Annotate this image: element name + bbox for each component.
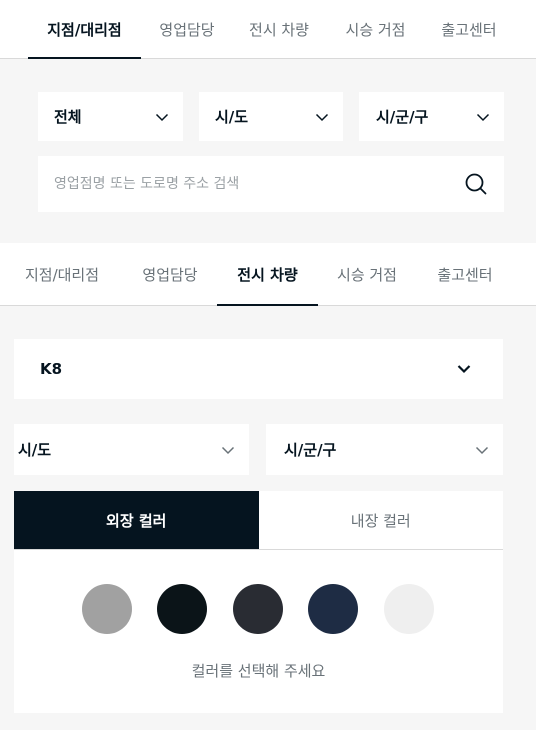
region-select-top[interactable]: 시/도 xyxy=(199,92,343,141)
chevron-down-icon xyxy=(315,112,329,122)
type-select[interactable]: 전체 xyxy=(38,92,183,141)
search-input[interactable] xyxy=(54,164,454,204)
district-select[interactable]: 시/군/구 xyxy=(266,424,503,475)
chevron-down-icon xyxy=(476,112,490,122)
district-select-value: 시/군/구 xyxy=(284,441,337,459)
model-select-value: K8 xyxy=(40,360,63,378)
tab-interior-color[interactable]: 내장 컬러 xyxy=(258,491,503,549)
color-swatch-gray[interactable] xyxy=(82,584,132,634)
chevron-down-icon xyxy=(221,445,235,455)
search-icon[interactable] xyxy=(464,172,488,196)
district-select-top-value: 시/군/구 xyxy=(376,108,429,126)
top-tab-sales-rep[interactable]: 영업담당 xyxy=(148,0,226,58)
model-select[interactable]: K8 xyxy=(14,339,503,399)
color-tab-bar: 외장 컬러 내장 컬러 xyxy=(14,491,503,550)
chevron-down-icon xyxy=(457,364,471,374)
color-swatch-dark-graphite[interactable] xyxy=(233,584,283,634)
chevron-down-icon xyxy=(155,112,169,122)
color-hint-text: 컬러를 선택해 주세요 xyxy=(191,662,326,680)
color-swatch-white[interactable] xyxy=(384,584,434,634)
type-select-value: 전체 xyxy=(54,108,82,126)
tab-branch[interactable]: 지점/대리점 xyxy=(12,243,112,305)
tab-test-drive[interactable]: 시승 거점 xyxy=(325,243,409,305)
tab-delivery-center[interactable]: 출고센터 xyxy=(424,243,506,305)
color-swatch-panel: 컬러를 선택해 주세요 xyxy=(14,550,503,713)
tab-display-vehicle[interactable]: 전시 차량 xyxy=(217,243,318,306)
top-tab-branch[interactable]: 지점/대리점 xyxy=(28,0,141,59)
district-select-top[interactable]: 시/군/구 xyxy=(359,92,504,141)
store-search-panel: 지점/대리점 영업담당 전시 차량 시승 거점 출고센터 전체 시/도 시/군/… xyxy=(0,0,536,243)
top-tab-bar: 지점/대리점 영업담당 전시 차량 시승 거점 출고센터 xyxy=(0,0,536,59)
top-tab-test-drive[interactable]: 시승 거점 xyxy=(333,0,418,58)
chevron-down-icon xyxy=(475,445,489,455)
color-swatch-navy[interactable] xyxy=(308,584,358,634)
region-select-value: 시/도 xyxy=(18,441,52,459)
tab-exterior-color[interactable]: 외장 컬러 xyxy=(14,491,259,549)
top-tab-display-vehicle[interactable]: 전시 차량 xyxy=(238,0,320,58)
store-search-box xyxy=(38,156,504,212)
region-select[interactable]: 시/도 xyxy=(14,424,249,475)
color-swatch-black[interactable] xyxy=(157,584,207,634)
top-tab-delivery-center[interactable]: 출고센터 xyxy=(430,0,508,58)
region-select-top-value: 시/도 xyxy=(215,108,249,126)
section-tab-bar: 지점/대리점 영업담당 전시 차량 시승 거점 출고센터 xyxy=(0,243,536,306)
tab-sales-rep[interactable]: 영업담당 xyxy=(128,243,212,305)
